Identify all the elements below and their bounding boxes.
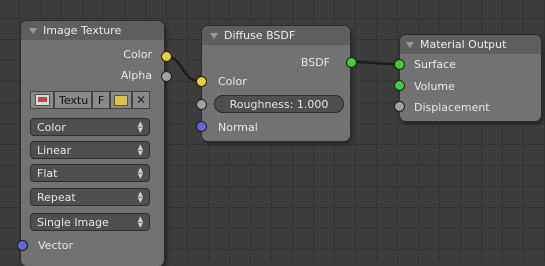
collapse-triangle-icon[interactable] (29, 27, 37, 34)
volume-input-row: Volume (400, 77, 541, 95)
color-space-value: Color (37, 120, 66, 134)
displacement-input-socket[interactable] (394, 101, 405, 112)
image-icon (34, 94, 50, 106)
image-name-field[interactable]: Textu (54, 91, 92, 109)
interpolation-value: Linear (37, 143, 72, 157)
diffuse-bsdf-title: Diffuse BSDF (224, 29, 296, 42)
input-vector-label: Vector (38, 238, 74, 252)
bsdf-output-socket[interactable] (346, 57, 357, 68)
displacement-input-row: Displacement (400, 98, 541, 116)
image-texture-node[interactable]: Image Texture Color Alpha Textu F ✕ Colo (21, 21, 164, 266)
normal-input-label: Normal (218, 120, 258, 134)
surface-input-row: Surface (400, 55, 541, 73)
extension-value: Repeat (37, 190, 76, 204)
dropdown-arrows-icon: ▲ ▼ (137, 120, 143, 134)
interpolation-dropdown[interactable]: Linear ▲ ▼ (30, 141, 150, 159)
volume-input-socket[interactable] (394, 80, 405, 91)
close-icon: ✕ (135, 93, 147, 107)
folder-icon (114, 94, 128, 106)
surface-input-socket[interactable] (394, 59, 405, 70)
image-datablock-selector: Textu F ✕ (30, 91, 156, 109)
output-alpha-row: Alpha (21, 66, 164, 84)
roughness-slider[interactable]: Roughness: 1.000 (214, 95, 344, 113)
alpha-output-socket[interactable] (161, 71, 172, 82)
collapse-triangle-icon[interactable] (210, 32, 218, 39)
dropdown-arrows-icon: ▲ ▼ (137, 215, 143, 229)
dropdown-arrows-icon: ▲ ▼ (137, 166, 143, 180)
diffuse-bsdf-header[interactable]: Diffuse BSDF (202, 26, 350, 45)
color-input-row: Color (202, 72, 350, 90)
material-output-node[interactable]: Material Output Surface Volume Displacem… (400, 35, 541, 121)
input-vector-row: Vector (21, 236, 164, 254)
color-space-dropdown[interactable]: Color ▲ ▼ (30, 118, 150, 136)
dropdown-arrows-icon: ▲ ▼ (137, 143, 143, 157)
output-color-row: Color (21, 45, 164, 63)
extension-dropdown[interactable]: Repeat ▲ ▼ (30, 188, 150, 206)
image-texture-header[interactable]: Image Texture (21, 21, 164, 40)
fake-user-button[interactable]: F (92, 91, 110, 109)
link-bsdf-to-surface[interactable] (349, 60, 399, 66)
bsdf-output-row: BSDF (202, 53, 350, 71)
output-alpha-label: Alpha (120, 68, 152, 82)
image-browse-button[interactable] (30, 91, 54, 109)
normal-input-socket[interactable] (196, 121, 207, 132)
diffuse-bsdf-node[interactable]: Diffuse BSDF BSDF Color Roughness: 1.000… (202, 26, 350, 141)
normal-input-row: Normal (202, 118, 350, 136)
color-input-socket[interactable] (196, 76, 207, 87)
collapse-triangle-icon[interactable] (406, 41, 414, 48)
unlink-image-button[interactable]: ✕ (132, 91, 150, 109)
source-value: Single Image (37, 215, 109, 229)
projection-dropdown[interactable]: Flat ▲ ▼ (30, 164, 150, 182)
dropdown-arrows-icon: ▲ ▼ (137, 190, 143, 204)
material-output-title: Material Output (420, 38, 507, 51)
node-editor-canvas[interactable]: Image Texture Color Alpha Textu F ✕ Colo (0, 0, 545, 266)
vector-input-socket[interactable] (17, 240, 28, 251)
roughness-input-socket[interactable] (196, 99, 207, 110)
image-texture-title: Image Texture (43, 24, 122, 37)
material-output-header[interactable]: Material Output (400, 35, 541, 54)
color-input-label: Color (218, 74, 247, 88)
bsdf-output-label: BSDF (300, 55, 330, 69)
displacement-input-label: Displacement (414, 100, 490, 114)
surface-input-label: Surface (414, 57, 456, 71)
color-output-socket[interactable] (161, 51, 172, 62)
open-image-button[interactable] (110, 91, 132, 109)
projection-value: Flat (37, 166, 58, 180)
volume-input-label: Volume (414, 79, 455, 93)
source-dropdown[interactable]: Single Image ▲ ▼ (30, 213, 150, 231)
output-color-label: Color (123, 47, 152, 61)
